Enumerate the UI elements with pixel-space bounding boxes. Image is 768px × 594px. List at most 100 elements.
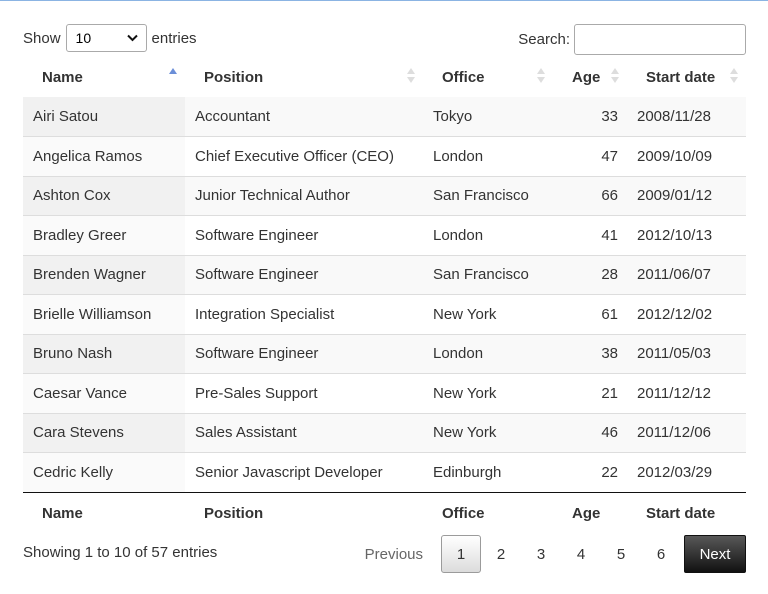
- cell-name: Bruno Nash: [23, 333, 185, 374]
- table-row: Bruno Nash Software Engineer London 38 2…: [23, 333, 746, 374]
- table-row: Airi Satou Accountant Tokyo 33 2008/11/2…: [23, 97, 746, 137]
- footer-label-office: Office: [442, 504, 485, 522]
- cell-office: Tokyo: [423, 97, 553, 137]
- search-label: Search:: [518, 30, 570, 48]
- cell-office: Edinburgh: [423, 452, 553, 493]
- pagination: Previous 1 2 3 4 5 6 Next: [355, 534, 746, 574]
- cell-start-date: 2012/03/29: [627, 452, 746, 493]
- cell-start-date: 2011/06/07: [627, 254, 746, 295]
- header-label: Age: [572, 68, 601, 86]
- cell-age: 46: [553, 412, 627, 453]
- page-button-2[interactable]: 2: [481, 535, 521, 573]
- cell-office: London: [423, 215, 553, 255]
- cell-office: New York: [423, 373, 553, 413]
- header-label: Office: [442, 68, 485, 86]
- header-label: Name: [42, 68, 83, 86]
- cell-start-date: 2012/12/02: [627, 294, 746, 334]
- cell-position: Junior Technical Author: [185, 175, 423, 216]
- column-header-position[interactable]: Position: [185, 57, 423, 97]
- chevron-down-icon: [126, 34, 138, 42]
- sort-ascending-icon: [169, 68, 177, 74]
- cell-position: Pre-Sales Support: [185, 373, 423, 413]
- table-row: Brielle Williamson Integration Specialis…: [23, 294, 746, 334]
- page-button-1[interactable]: 1: [441, 535, 481, 573]
- page-button-4[interactable]: 4: [561, 535, 601, 573]
- show-label: Show: [23, 29, 61, 47]
- table-row: Angelica Ramos Chief Executive Officer (…: [23, 136, 746, 176]
- cell-age: 22: [553, 452, 627, 493]
- table-row: Bradley Greer Software Engineer London 4…: [23, 215, 746, 255]
- cell-start-date: 2011/05/03: [627, 333, 746, 374]
- cell-age: 21: [553, 373, 627, 413]
- entries-select-value: 10: [75, 30, 92, 46]
- footer-label-start-date: Start date: [646, 504, 716, 522]
- header-label: Position: [204, 68, 264, 86]
- sort-both-icon: [537, 68, 545, 83]
- page-button-3[interactable]: 3: [521, 535, 561, 573]
- cell-start-date: 2011/12/06: [627, 412, 746, 453]
- datatable-wrapper: Show 10 entries Search: Name Position Of…: [0, 1, 768, 594]
- cell-age: 28: [553, 254, 627, 295]
- column-header-name[interactable]: Name: [23, 57, 185, 97]
- table-row: Brenden Wagner Software Engineer San Fra…: [23, 254, 746, 295]
- cell-name: Cara Stevens: [23, 412, 185, 453]
- cell-name: Bradley Greer: [23, 215, 185, 255]
- table-row: Cedric Kelly Senior Javascript Developer…: [23, 452, 746, 493]
- cell-age: 41: [553, 215, 627, 255]
- cell-position: Chief Executive Officer (CEO): [185, 136, 423, 176]
- column-header-office[interactable]: Office: [423, 57, 553, 97]
- cell-age: 47: [553, 136, 627, 176]
- cell-position: Software Engineer: [185, 254, 423, 295]
- previous-button[interactable]: Previous: [355, 535, 441, 573]
- cell-position: Senior Javascript Developer: [185, 452, 423, 493]
- cell-age: 33: [553, 97, 627, 137]
- column-header-age[interactable]: Age: [553, 57, 627, 97]
- column-header-start-date[interactable]: Start date: [627, 57, 746, 97]
- cell-position: Accountant: [185, 97, 423, 137]
- cell-office: New York: [423, 294, 553, 334]
- cell-position: Software Engineer: [185, 215, 423, 255]
- footer-label-name: Name: [42, 504, 83, 522]
- table-info: Showing 1 to 10 of 57 entries: [23, 544, 218, 561]
- table-header: Name Position Office Age Start date: [23, 57, 746, 97]
- cell-office: London: [423, 136, 553, 176]
- entries-select[interactable]: 10: [65, 24, 147, 52]
- cell-name: Airi Satou: [23, 97, 185, 137]
- cell-age: 61: [553, 294, 627, 334]
- table-footer: Name Position Office Age Start date: [23, 492, 746, 534]
- page-button-6[interactable]: 6: [641, 535, 681, 573]
- cell-name: Caesar Vance: [23, 373, 185, 413]
- table-row: Caesar Vance Pre-Sales Support New York …: [23, 373, 746, 413]
- cell-start-date: 2009/01/12: [627, 175, 746, 216]
- cell-start-date: 2011/12/12: [627, 373, 746, 413]
- footer-label-position: Position: [204, 504, 264, 522]
- table-body: Airi Satou Accountant Tokyo 33 2008/11/2…: [23, 97, 746, 493]
- cell-name: Ashton Cox: [23, 175, 185, 216]
- cell-name: Cedric Kelly: [23, 452, 185, 493]
- cell-start-date: 2008/11/28: [627, 97, 746, 137]
- cell-name: Brielle Williamson: [23, 294, 185, 334]
- sort-both-icon: [407, 68, 415, 83]
- cell-start-date: 2009/10/09: [627, 136, 746, 176]
- cell-position: Integration Specialist: [185, 294, 423, 334]
- cell-age: 38: [553, 333, 627, 374]
- cell-office: New York: [423, 412, 553, 453]
- search-input[interactable]: [574, 23, 746, 55]
- entries-length-control: Show 10 entries: [23, 24, 197, 52]
- footer-label-age: Age: [572, 504, 601, 522]
- cell-position: Software Engineer: [185, 333, 423, 374]
- sort-both-icon: [611, 68, 619, 83]
- cell-start-date: 2012/10/13: [627, 215, 746, 255]
- table-row: Cara Stevens Sales Assistant New York 46…: [23, 412, 746, 453]
- cell-office: San Francisco: [423, 175, 553, 216]
- next-button[interactable]: Next: [684, 535, 746, 573]
- cell-office: San Francisco: [423, 254, 553, 295]
- cell-name: Angelica Ramos: [23, 136, 185, 176]
- table-row: Ashton Cox Junior Technical Author San F…: [23, 175, 746, 216]
- sort-both-icon: [730, 68, 738, 83]
- employees-table: Name Position Office Age Start date Airi…: [23, 57, 746, 534]
- header-label: Start date: [646, 68, 716, 86]
- page-button-5[interactable]: 5: [601, 535, 641, 573]
- cell-age: 66: [553, 175, 627, 216]
- entries-label: entries: [151, 29, 197, 47]
